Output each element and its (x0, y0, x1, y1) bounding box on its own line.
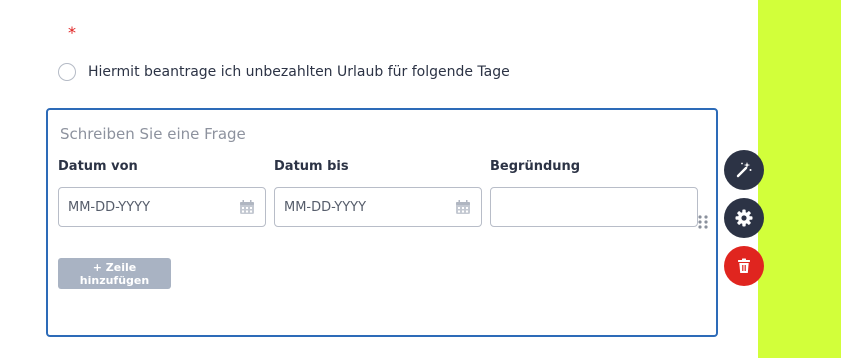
calendar-icon[interactable] (239, 199, 255, 215)
radio-option-label: Hiermit beantrage ich unbezahlten Urlaub… (88, 64, 510, 80)
required-marker: * (68, 23, 76, 42)
magic-wand-button[interactable] (724, 150, 764, 190)
radio-option[interactable]: Hiermit beantrage ich unbezahlten Urlaub… (58, 62, 510, 82)
page-margin (758, 0, 841, 358)
magic-wand-icon (736, 162, 752, 178)
drag-handle-icon[interactable] (697, 214, 709, 230)
question-text-input[interactable]: Schreiben Sie eine Frage (60, 125, 246, 143)
form-canvas: * Hiermit beantrage ich unbezahlten Urla… (0, 0, 758, 358)
date-from-field[interactable]: MM-DD-YYYY (58, 187, 266, 227)
radio-button[interactable] (58, 63, 76, 81)
add-row-button[interactable]: + Zeile hinzufügen (58, 258, 171, 289)
reason-text-field[interactable] (490, 187, 698, 227)
delete-button[interactable] (724, 246, 764, 286)
calendar-icon[interactable] (455, 199, 471, 215)
settings-button[interactable] (724, 198, 764, 238)
column-label-datum-von: Datum von (58, 159, 138, 174)
date-to-placeholder: MM-DD-YYYY (284, 200, 367, 215)
date-from-placeholder: MM-DD-YYYY (68, 200, 151, 215)
column-label-begruendung: Begründung (490, 159, 581, 174)
gear-icon (735, 209, 753, 227)
input-table-question-card[interactable]: Schreiben Sie eine Frage Datum von Datum… (46, 108, 718, 337)
trash-icon (738, 258, 750, 273)
date-to-field[interactable]: MM-DD-YYYY (274, 187, 482, 227)
column-label-datum-bis: Datum bis (274, 159, 349, 174)
